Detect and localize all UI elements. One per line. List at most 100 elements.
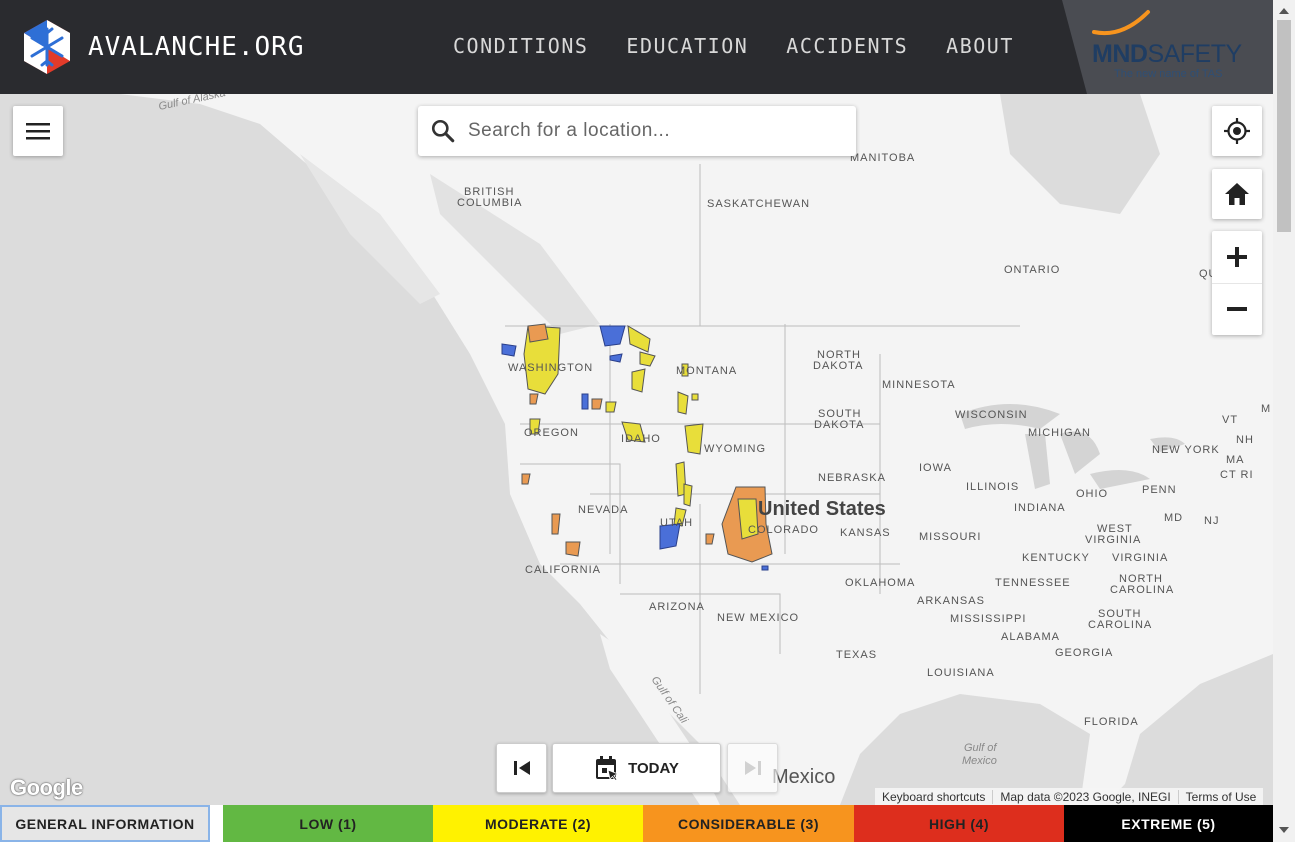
legend-high[interactable]: HIGH (4) [854,805,1064,842]
map-label-penn: PENN [1142,484,1177,496]
map-label-utah: UTAH [660,517,694,529]
map-label-indiana: INDIANA [1014,502,1066,514]
map-label-arkansas: ARKANSAS [917,595,985,607]
map-label-north-dakota-2: DAKOTA [813,360,864,372]
map-label-louisiana: LOUISIANA [927,667,995,679]
nav-accidents[interactable]: ACCIDENTS [786,34,908,58]
scroll-up-arrow-icon[interactable] [1279,8,1289,14]
map-label-new-mexico: NEW MEXICO [717,612,800,624]
terms-of-use-link[interactable]: Terms of Use [1179,790,1264,804]
legend-moderate[interactable]: MODERATE (2) [433,805,643,842]
map-label-ontario: ONTARIO [1004,264,1061,276]
map-label-idaho: IDAHO [621,433,661,445]
next-day-button[interactable] [727,743,778,793]
map-label-wyoming: WYOMING [704,443,766,455]
main-nav: CONDITIONS EDUCATION ACCIDENTS ABOUT [453,34,1052,58]
zoom-controls [1212,231,1262,335]
site-name: AVALANCHE.ORG [88,32,305,62]
scroll-thumb[interactable] [1277,20,1291,232]
map-label-ohio: OHIO [1076,488,1109,500]
snowflake-logo-icon [24,20,70,74]
map-label-gulf-mexico-2: Mexico [962,755,997,767]
map-label-oklahoma: OKLAHOMA [845,577,916,589]
map-label-manitoba: MANITOBA [850,152,916,164]
map-label-south-dakota-2: DAKOTA [814,419,865,431]
legend-extreme[interactable]: EXTREME (5) [1064,805,1273,842]
sponsor-arc-icon [1092,10,1150,35]
map-label-west-virginia-2: VIRGINIA [1085,534,1142,546]
plus-icon [1227,247,1247,267]
zoom-out-button[interactable] [1212,283,1262,335]
keyboard-shortcuts-link[interactable]: Keyboard shortcuts [875,789,994,804]
danger-legend: GENERAL INFORMATION LOW (1) MODERATE (2)… [0,805,1273,842]
map-label-colorado: COLORADO [748,524,819,536]
home-button[interactable] [1212,169,1262,219]
today-button[interactable]: TODAY [552,743,721,793]
page-scrollbar[interactable] [1273,0,1295,842]
map-label-oregon: OREGON [524,427,579,439]
skip-next-icon [744,761,761,775]
map-label-missouri: MISSOURI [919,531,982,543]
map-base-layer [0,94,1273,805]
search-input[interactable] [468,120,838,142]
map-label-nevada: NEVADA [578,504,629,516]
map-data-credit: Map data ©2023 Google, INEGI [993,789,1179,804]
map-label-british-columbia-2: COLUMBIA [457,197,523,209]
site-header: AVALANCHE.ORG CONDITIONS EDUCATION ACCID… [0,0,1273,94]
legend-general-information[interactable]: GENERAL INFORMATION [0,805,210,842]
zoom-in-button[interactable] [1212,231,1262,283]
map-label-me: M [1261,403,1272,415]
minus-icon [1227,307,1247,311]
scroll-down-arrow-icon[interactable] [1279,827,1289,833]
map-label-ct-ri: CT RI [1220,469,1254,481]
map-label-wisconsin: WISCONSIN [955,409,1028,421]
today-label: TODAY [628,759,679,777]
hamburger-icon [26,123,50,140]
legend-considerable[interactable]: CONSIDERABLE (3) [643,805,854,842]
map-label-nh: NH [1236,434,1254,446]
map-label-tennessee: TENNESSEE [995,577,1071,589]
nav-conditions[interactable]: CONDITIONS [453,34,588,58]
map-label-new-york: NEW YORK [1152,444,1220,456]
map-label-mississippi: MISSISSIPPI [950,613,1027,625]
google-logo: Google [10,775,83,800]
location-search[interactable] [418,106,856,156]
map-label-michigan: MICHIGAN [1028,427,1091,439]
menu-button[interactable] [13,106,63,156]
map-label-mexico: Mexico [772,766,836,788]
map-label-minnesota: MINNESOTA [882,379,956,391]
nav-about[interactable]: ABOUT [946,34,1014,58]
legend-low[interactable]: LOW (1) [223,805,433,842]
map-label-md: MD [1164,512,1184,524]
sponsor-banner[interactable]: MNDSAFETY The new name of TAS [1062,0,1273,94]
site-logo[interactable]: AVALANCHE.ORG [22,19,305,75]
map-label-montana: MONTANA [676,365,738,377]
map-label-alabama: ALABAMA [1001,631,1060,643]
nav-education[interactable]: EDUCATION [626,34,748,58]
sponsor-tagline: The new name of TAS [1114,68,1223,80]
map-label-california: CALIFORNIA [525,564,602,576]
search-icon [431,119,455,143]
map-label-kentucky: KENTUCKY [1022,552,1090,564]
sponsor-name: MNDSAFETY [1092,40,1242,68]
map-label-iowa: IOWA [919,462,952,474]
zoom-divider [1212,283,1262,284]
map-label-saskatchewan: SASKATCHEWAN [707,198,811,210]
forecast-map[interactable]: Gulf of Alaska BRITISH COLUMBIA SASKATCH… [0,94,1273,805]
previous-day-button[interactable] [496,743,547,793]
map-label-vt: VT [1222,414,1239,426]
map-label-texas: TEXAS [836,649,878,661]
map-label-virginia: VIRGINIA [1112,552,1169,564]
my-location-button[interactable] [1212,106,1262,156]
map-label-washington: WASHINGTON [508,362,594,374]
map-label-kansas: KANSAS [840,527,891,539]
map-label-ma: MA [1226,454,1245,466]
map-label-illinois: ILLINOIS [966,481,1020,493]
map-attribution: Keyboard shortcuts Map data ©2023 Google… [875,788,1264,805]
map-label-south-carolina-2: CAROLINA [1088,619,1153,631]
map-label-arizona: ARIZONA [649,601,705,613]
calendar-icon [596,756,620,781]
map-label-united-states: United States [758,498,886,520]
skip-previous-icon [513,761,530,775]
map-label-gulf-mexico: Gulf of [964,742,997,754]
